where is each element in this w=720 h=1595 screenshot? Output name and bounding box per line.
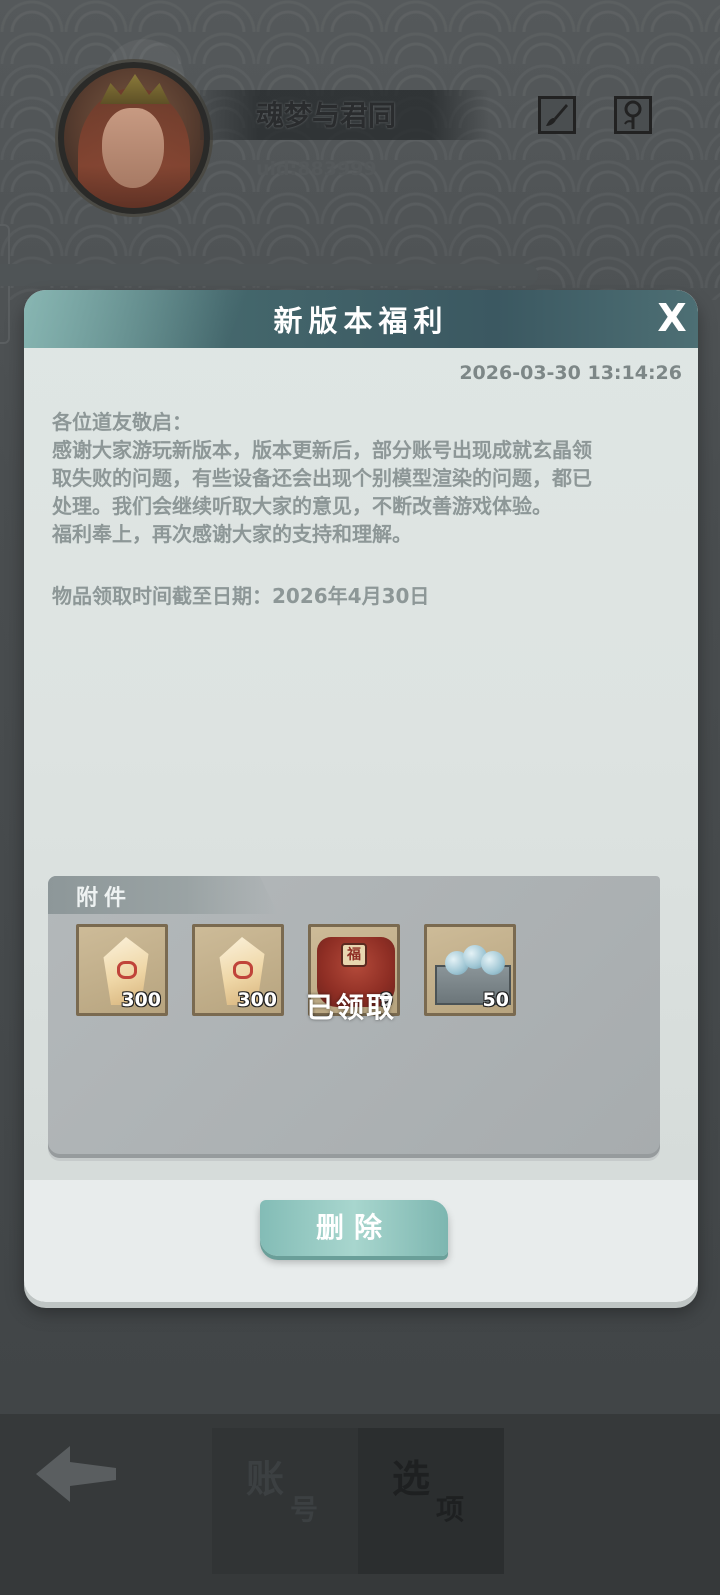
avatar-crown (100, 74, 170, 104)
tab-account-char2: 号 (290, 1493, 319, 1526)
tab-options-char2: 项 (436, 1493, 465, 1526)
mail-body-line: 取失败的问题，有些设备还会出现个别模型渲染的问题，都已 (52, 466, 592, 490)
item-quantity: 300 (237, 989, 277, 1011)
avatar-face (102, 108, 164, 188)
claim-deadline: 物品领取时间截至日期：2026年4月30日 (52, 584, 430, 608)
claimed-label: 已领取 (306, 991, 397, 1024)
attachments-panel: 附件 300 300 福 9 50 已领取 (48, 876, 660, 1158)
item-quantity: 50 (482, 989, 509, 1011)
mail-body-line: 处理。我们会继续听取大家的意见，不断改善游戏体验。 (52, 494, 552, 518)
gift-bag-tag: 福 (341, 943, 367, 967)
back-arrow-icon[interactable] (30, 1440, 130, 1520)
brush-icon[interactable] (538, 96, 576, 134)
close-button[interactable]: X (650, 296, 694, 340)
tab-account-char1: 账 (246, 1456, 285, 1501)
pearl-icon (481, 951, 505, 975)
dialog-title: 新版本福利 (273, 304, 449, 338)
player-uid: uid:883999 (256, 158, 377, 180)
background-bar (0, 264, 538, 286)
attachment-item[interactable]: 300 (76, 924, 168, 1016)
mail-body-line: 感谢大家游玩新版本，版本更新后，部分账号出现成就玄晶领 (52, 438, 592, 462)
mail-dialog: 新版本福利 X 2026-03-30 13:14:26 各位道友敬启： 感谢大家… (24, 290, 698, 1302)
mail-body: 各位道友敬启： 感谢大家游玩新版本，版本更新后，部分账号出现成就玄晶领 取失败的… (52, 408, 672, 548)
tab-options[interactable]: 选 项 (358, 1428, 504, 1574)
item-quantity: 300 (121, 989, 161, 1011)
rose-icon[interactable] (614, 96, 652, 134)
attachments-title: 附件 (76, 886, 133, 911)
mail-body-line: 福利奉上，再次感谢大家的支持和理解。 (52, 522, 412, 546)
delete-button[interactable]: 删除 (260, 1200, 448, 1256)
avatar[interactable] (58, 62, 210, 214)
mail-body-line: 各位道友敬启： (52, 410, 192, 434)
crystal-mark (117, 961, 137, 979)
player-name: 魂梦与君同 (256, 99, 397, 132)
mail-date: 2026-03-30 13:14:26 (459, 362, 682, 384)
tab-options-char1: 选 (392, 1456, 431, 1501)
attachment-item[interactable]: 300 (192, 924, 284, 1016)
tab-account[interactable]: 账 号 (212, 1428, 358, 1574)
crystal-mark (233, 961, 253, 979)
attachment-item[interactable]: 50 (424, 924, 516, 1016)
